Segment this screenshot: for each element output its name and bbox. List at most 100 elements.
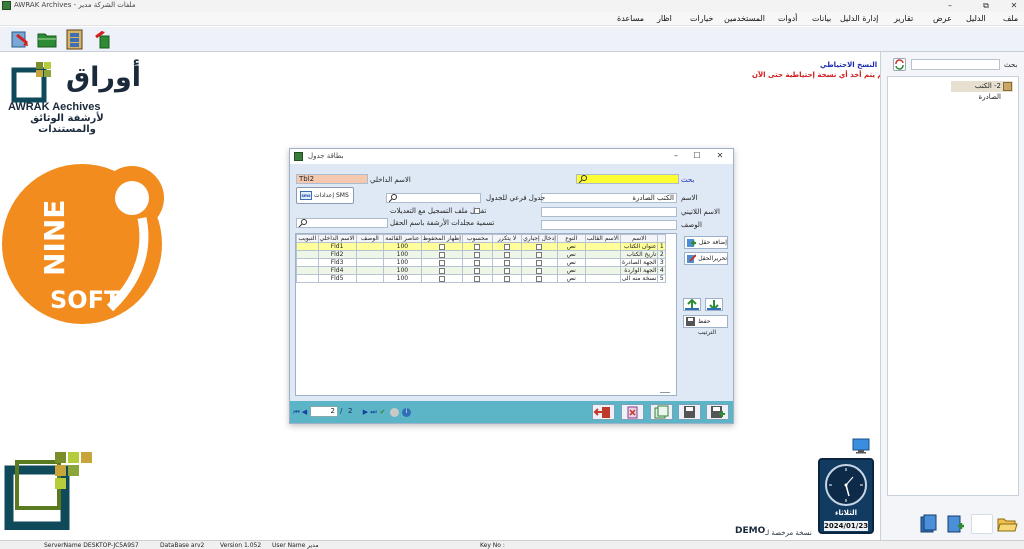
computed-checkbox[interactable] (474, 275, 481, 282)
fields-grid[interactable]: الاسم الاسم القالب النوع إدخال إجباري لا… (295, 233, 677, 396)
table-row[interactable]: 4 الجهة الواردة نص 100 Fld4 (296, 266, 666, 275)
close-icon[interactable]: ✕ (1004, 0, 1024, 12)
add-field-button[interactable]: إضافة حقل (684, 236, 728, 249)
field-desc[interactable] (355, 266, 385, 275)
grid-header[interactable]: النوع (556, 234, 586, 243)
minimize-icon[interactable]: – (940, 0, 960, 12)
delete-button[interactable] (621, 404, 644, 420)
field-template[interactable] (584, 274, 621, 283)
field-type[interactable]: نص (556, 258, 586, 267)
required-checkbox[interactable] (536, 275, 543, 282)
grid-header[interactable]: الاسم (619, 234, 659, 243)
computed-checkbox[interactable] (474, 251, 481, 258)
sms-settings-button[interactable]: sms إعدادات SMS (296, 187, 354, 204)
list-items[interactable]: 100 (383, 250, 422, 259)
grid-resize-handle[interactable] (660, 392, 670, 393)
field-desc[interactable] (355, 274, 385, 283)
computed-checkbox[interactable] (474, 243, 481, 250)
table-row[interactable]: 2 تاريخ الكتاب نص 100 Fld2 (296, 250, 666, 259)
menu-guide[interactable]: الدليل (966, 14, 986, 23)
menu-reports[interactable]: تقارير (894, 14, 913, 23)
dialog-maximize-icon[interactable]: ☐ (688, 150, 706, 163)
next-page-icon[interactable]: ▶ (362, 408, 369, 416)
open-folder-yellow-icon[interactable] (996, 514, 1018, 534)
computed-checkbox[interactable] (474, 267, 481, 274)
field-name[interactable]: عنوان الكتاب (619, 242, 659, 251)
grid-header[interactable]: الاسم الداخلي (317, 234, 357, 243)
computed-checkbox[interactable] (474, 259, 481, 266)
field-tab[interactable] (296, 258, 319, 267)
grid-header[interactable]: الاسم القالب (584, 234, 621, 243)
show-saved-checkbox[interactable] (438, 275, 445, 282)
archive-cabinet-icon[interactable] (64, 29, 86, 50)
menu-options[interactable]: خيارات (690, 14, 713, 23)
menu-file[interactable]: ملف (1003, 14, 1018, 23)
refresh-icon[interactable] (893, 58, 906, 71)
field-template[interactable] (584, 266, 621, 275)
grid-header[interactable]: إظهار المحفوظ (420, 234, 463, 243)
field-type[interactable]: نص (556, 274, 586, 283)
table-row[interactable]: 5 نسخة منه الى نص 100 Fld5 (296, 274, 666, 283)
field-tab[interactable] (296, 266, 319, 275)
enable-log-checkbox[interactable] (474, 208, 480, 214)
copy-button[interactable] (650, 404, 673, 420)
save-order-button[interactable]: حفظ الترتيب (683, 315, 728, 336)
field-name[interactable]: الجهة الواردة (619, 266, 659, 275)
page-number-input[interactable]: 2 (310, 406, 338, 417)
list-items[interactable]: 100 (383, 258, 422, 267)
field-template[interactable] (584, 242, 621, 251)
name-field[interactable]: الكتب الصادرة (541, 193, 677, 203)
grid-header[interactable]: إدخال إجباري (521, 234, 558, 243)
table-row[interactable]: 1 عنوان الكتاب نص 100 Fld1 (296, 242, 666, 251)
field-type[interactable]: نص (556, 242, 586, 251)
field-type[interactable]: نص (556, 266, 586, 275)
field-template[interactable] (584, 250, 621, 259)
search-icon[interactable] (578, 174, 588, 184)
unique-checkbox[interactable] (504, 267, 511, 274)
unique-checkbox[interactable] (504, 275, 511, 282)
subtable-search-icon[interactable] (388, 193, 398, 203)
exit-icon[interactable] (9, 29, 31, 50)
field-tab[interactable] (296, 274, 319, 283)
dialog-close-icon[interactable]: ✕ (711, 150, 729, 163)
menu-help[interactable]: مساعدة (617, 14, 644, 23)
required-checkbox[interactable] (536, 251, 543, 258)
folder-naming-search-icon[interactable] (298, 218, 308, 228)
info-icon[interactable]: i (402, 408, 411, 417)
field-tab[interactable] (296, 250, 319, 259)
menu-view[interactable]: عرض (933, 14, 952, 23)
grid-header[interactable]: التبويب (296, 234, 319, 243)
first-page-icon[interactable]: ⏮ (293, 408, 300, 416)
documents-icon[interactable] (917, 514, 939, 534)
logout-icon[interactable] (92, 29, 114, 50)
dialog-minimize-icon[interactable]: – (667, 150, 685, 163)
show-saved-checkbox[interactable] (438, 243, 445, 250)
show-saved-checkbox[interactable] (438, 267, 445, 274)
field-type[interactable]: نص (556, 250, 586, 259)
archive-tree[interactable]: 2- الكتب الصادرة (887, 76, 1019, 496)
field-template[interactable] (584, 258, 621, 267)
menu-data[interactable]: بيانات (812, 14, 831, 23)
latin-name-field[interactable] (541, 207, 677, 217)
show-saved-checkbox[interactable] (438, 251, 445, 258)
menu-tools[interactable]: أدوات (778, 14, 797, 23)
grid-header[interactable]: عناصر القائمة (383, 234, 422, 243)
move-down-button[interactable] (705, 298, 723, 311)
grid-header[interactable]: محسوب (461, 234, 494, 243)
exit-dialog-button[interactable] (592, 404, 615, 420)
list-items[interactable]: 100 (383, 266, 422, 275)
grid-header[interactable]: لا يتكرر (492, 234, 523, 243)
field-desc[interactable] (355, 250, 385, 259)
field-tab[interactable] (296, 242, 319, 251)
last-page-icon[interactable]: ⏭ (370, 408, 377, 416)
unique-checkbox[interactable] (504, 243, 511, 250)
required-checkbox[interactable] (536, 243, 543, 250)
grid-header[interactable]: الوصف (355, 234, 385, 243)
dialog-search-input[interactable] (576, 174, 679, 184)
subtable-field[interactable] (386, 193, 481, 203)
move-up-button[interactable] (683, 298, 701, 311)
menu-window[interactable]: اظار (657, 14, 672, 23)
unique-checkbox[interactable] (504, 251, 511, 258)
required-checkbox[interactable] (536, 259, 543, 266)
field-name[interactable]: تاريخ الكتاب (619, 250, 659, 259)
